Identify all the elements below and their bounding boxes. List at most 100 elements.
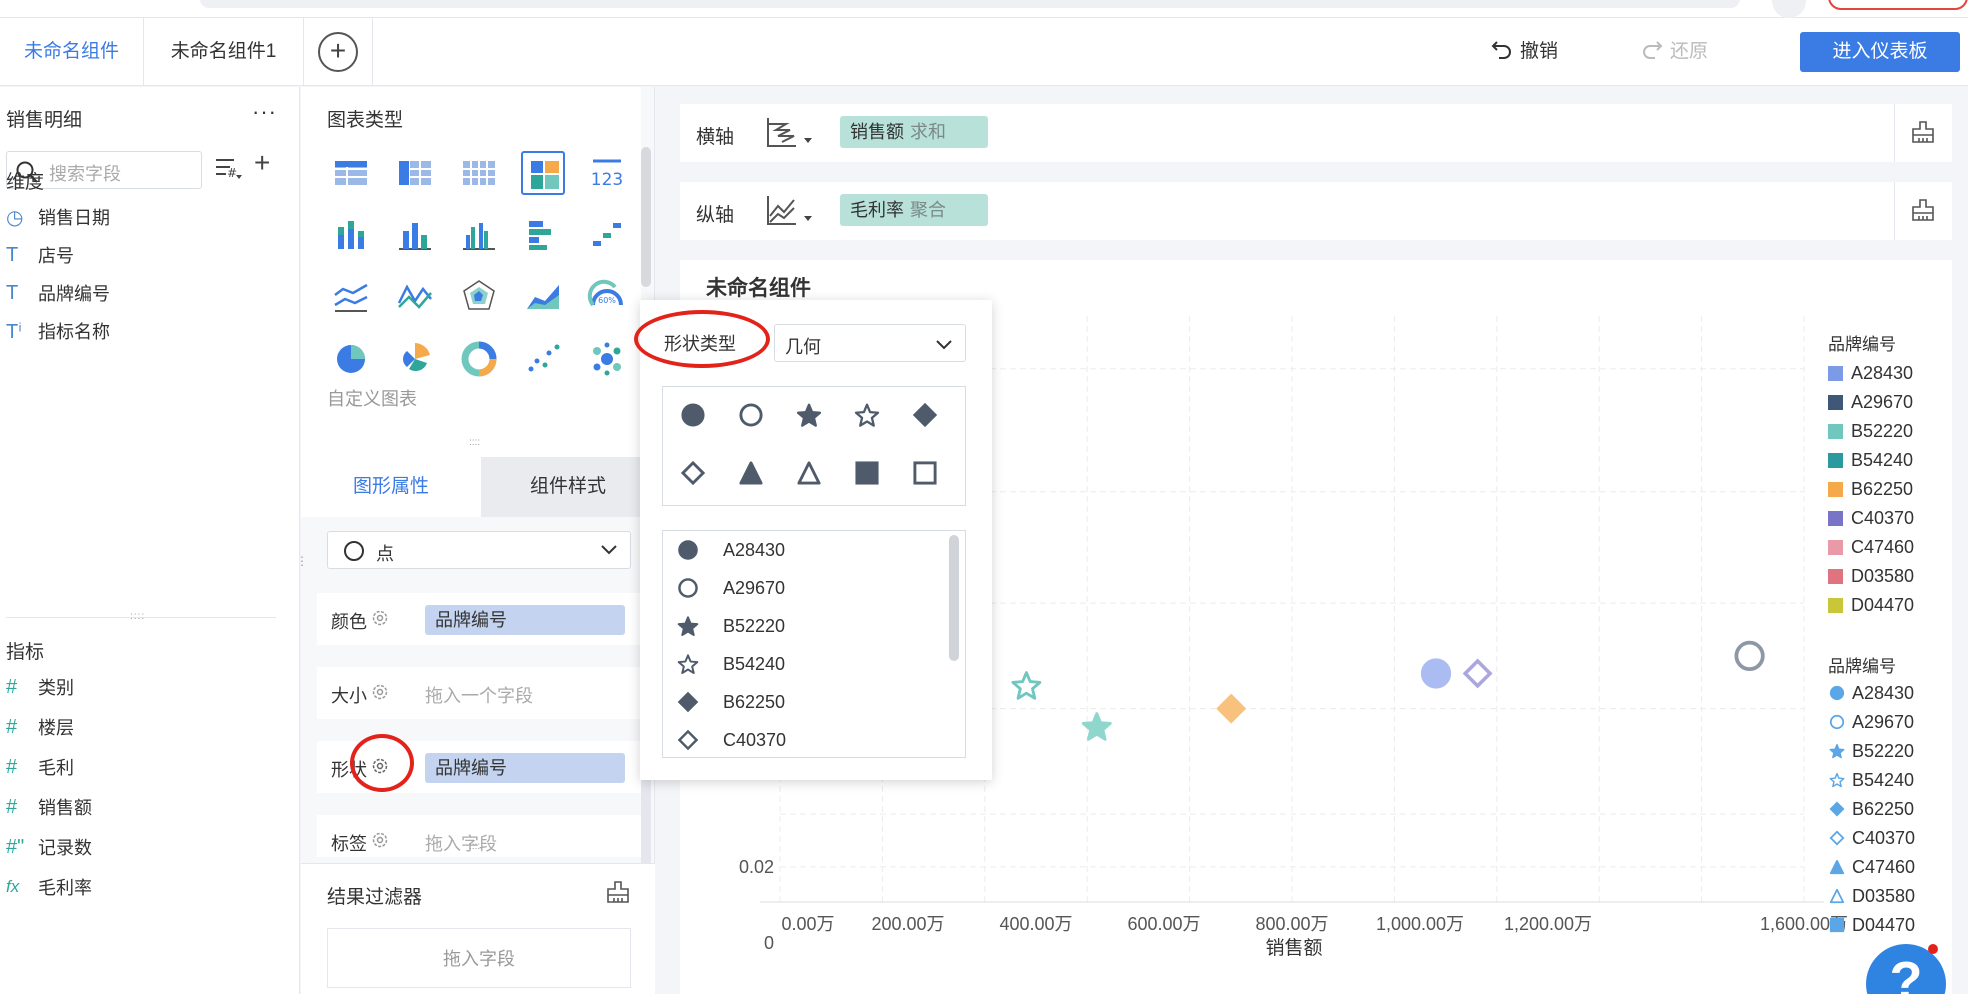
bubble-icon[interactable] [585,337,629,381]
circle-shape-option[interactable] [677,399,709,431]
add-tab-button[interactable]: + [318,32,358,72]
donut-chart-icon[interactable] [457,337,501,381]
detail-table-icon[interactable] [457,151,501,195]
circle-outline-shape-option[interactable] [735,399,767,431]
size-drop-target[interactable]: 拖入一个字段 [425,682,533,708]
add-field-icon[interactable]: + [254,147,270,179]
label-drop-target[interactable]: 拖入字段 [425,830,497,856]
color-legend-item[interactable]: C40370 [1828,505,1914,531]
redo-button[interactable]: 还原 [1640,18,1708,86]
cross-table-icon[interactable] [393,151,437,195]
resize-handle[interactable]: :::: [130,611,145,622]
shape-legend-item[interactable]: B54240 [1828,767,1914,793]
field-measure[interactable]: # 类别 [6,673,74,701]
shape-assignment-item[interactable]: C40370 [677,725,786,755]
custom-chart-link[interactable]: 自定义图表 [327,385,417,411]
shape-legend-item[interactable]: D04470 [1828,912,1915,938]
scatter-point[interactable] [1462,658,1493,689]
shape-legend-item[interactable]: B62250 [1828,796,1914,822]
field-measure[interactable]: # 楼层 [6,713,74,741]
color-legend-item[interactable]: D04470 [1828,592,1914,618]
scatter-icon[interactable] [521,337,565,381]
field-dimension[interactable]: T 店号 [6,241,74,269]
pie-chart-icon[interactable] [329,337,373,381]
gear-icon[interactable] [371,831,389,849]
stacked-bar-icon[interactable] [329,213,373,257]
more-icon[interactable]: ··· [252,99,277,125]
color-legend-item[interactable]: B52220 [1828,418,1913,444]
gear-icon[interactable] [371,683,389,701]
triangle-shape-option[interactable] [735,457,767,489]
shape-assignment-item[interactable]: B54240 [677,649,785,679]
triangle-outline-shape-option[interactable] [793,457,825,489]
square-outline-shape-option[interactable] [909,457,941,489]
shape-legend-item[interactable]: C40370 [1828,825,1915,851]
multi-line-icon[interactable] [393,275,437,319]
color-legend-item[interactable]: B54240 [1828,447,1913,473]
scatter-point[interactable] [1216,693,1247,724]
color-legend-item[interactable]: B62250 [1828,476,1913,502]
grouped-bar-icon[interactable] [457,213,501,257]
axis-type-icon[interactable] [764,114,826,152]
field-dimension[interactable]: ◷ 销售日期 [6,203,110,231]
treemap-icon[interactable] [521,151,565,195]
color-field-pill[interactable]: 品牌编号 [425,605,625,635]
range-bar-icon[interactable] [585,213,629,257]
horizontal-bar-icon[interactable] [521,213,565,257]
shape-assignment-item[interactable]: B52220 [677,611,785,641]
field-measure[interactable]: #ʺ 记录数 [6,833,92,861]
shape-legend-item[interactable]: C47460 [1828,854,1915,880]
rose-pie-icon[interactable] [393,337,437,381]
scatter-point[interactable] [1734,640,1765,671]
tab-component-0[interactable]: 未命名组件 [0,18,144,86]
filter-drop-target[interactable]: 拖入字段 [327,928,631,988]
shape-legend-item[interactable]: D03580 [1828,883,1915,909]
kpi-number-icon[interactable]: 123 [585,151,629,195]
color-legend-item[interactable]: C47460 [1828,534,1914,560]
shape-assignment-item[interactable]: B62250 [677,687,785,717]
resize-handle[interactable]: :::: [469,437,480,448]
x-axis-field-pill[interactable]: 销售额 求和 [840,116,988,148]
clear-brush-icon[interactable] [605,880,631,904]
list-scrollbar[interactable] [949,535,959,661]
shape-legend-item[interactable]: A28430 [1828,680,1914,706]
shape-legend-item[interactable]: A29670 [1828,709,1914,735]
square-shape-option[interactable] [851,457,883,489]
field-dimension[interactable]: T 品牌编号 [6,279,110,307]
bar-chart-icon[interactable] [393,213,437,257]
address-bar[interactable] [200,0,1740,8]
area-chart-icon[interactable] [521,275,565,319]
tab-component-1[interactable]: 未命名组件1 [144,18,304,86]
field-measure[interactable]: # 毛利 [6,753,74,781]
line-chart-icon[interactable] [329,275,373,319]
scatter-point[interactable] [1011,671,1042,700]
tab-graphic-properties[interactable]: 图形属性 [301,457,481,517]
field-dimension[interactable]: Tⁱ 指标名称 [6,317,110,345]
star-outline-shape-option[interactable] [851,399,883,431]
profile-avatar[interactable] [1772,0,1806,18]
shape-field-pill[interactable]: 品牌编号 [425,753,625,783]
shape-legend-item[interactable]: B52220 [1828,738,1914,764]
gallery-scrollbar[interactable] [641,147,651,287]
undo-button[interactable]: 撤销 [1490,18,1558,86]
gear-icon[interactable] [371,609,389,627]
color-legend-item[interactable]: A28430 [1828,360,1913,386]
clear-brush-icon[interactable] [1910,198,1936,222]
shape-assignment-item[interactable]: A29670 [677,573,785,603]
gauge-icon[interactable]: 60% [585,275,629,319]
y-axis-field-pill[interactable]: 毛利率 聚合 [840,194,988,226]
shape-type-select[interactable]: 几何 [774,324,966,362]
scatter-point[interactable] [1420,658,1452,689]
field-measure[interactable]: # 销售额 [6,793,92,821]
enter-dashboard-button[interactable]: 进入仪表板 [1800,32,1960,72]
panel-collapse-handle[interactable]: ⋮ [296,554,308,568]
clear-brush-icon[interactable] [1910,120,1936,144]
color-legend-item[interactable]: A29670 [1828,389,1913,415]
diamond-outline-shape-option[interactable] [677,457,709,489]
star-shape-option[interactable] [793,399,825,431]
axis-type-icon[interactable] [764,192,826,230]
mark-type-select[interactable]: 点 [327,531,631,569]
diamond-shape-option[interactable] [909,399,941,431]
radar-chart-icon[interactable] [457,275,501,319]
top-right-button[interactable] [1828,0,1968,10]
